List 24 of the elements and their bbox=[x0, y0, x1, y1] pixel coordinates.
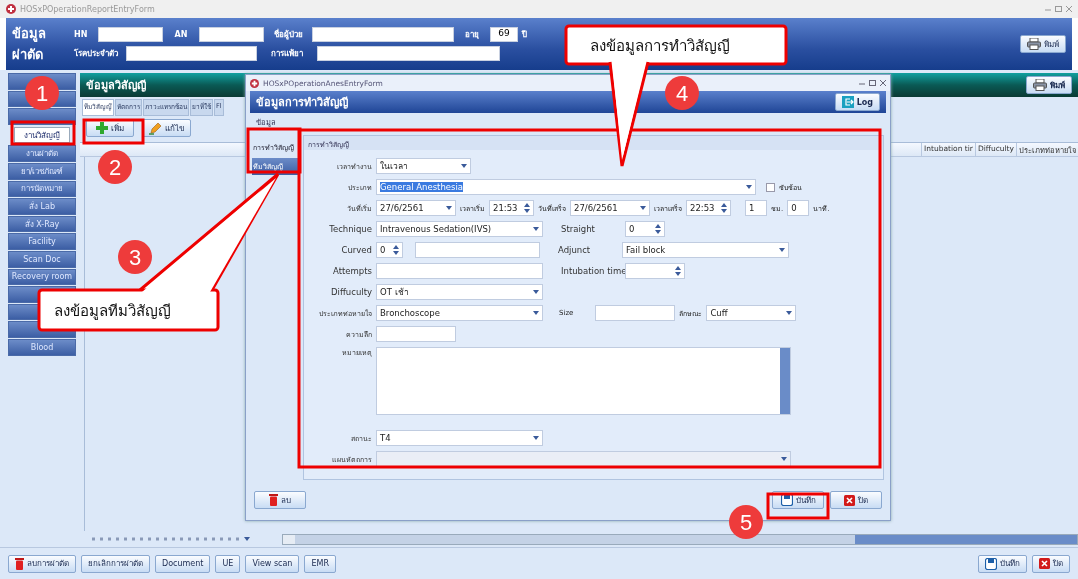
step-number-tooltip: 1 bbox=[25, 76, 59, 110]
field-label: Technique bbox=[328, 224, 372, 234]
unit-label: ปี bbox=[522, 29, 527, 41]
callout-text: ลงข้อมูลทีมวิสัญญี bbox=[54, 301, 171, 322]
dialog-header: ข้อมูลการทำวิสัญญี bbox=[256, 95, 348, 111]
field-label: Curved bbox=[340, 245, 372, 255]
window-title: HOSxPOperationReportEntryForm bbox=[20, 4, 155, 14]
field-label: ชื่อผู้ป่วย bbox=[272, 28, 304, 41]
field-label: Adjunct bbox=[558, 245, 592, 255]
step-number-tooltip: 3 bbox=[118, 240, 152, 274]
step-number-tooltip: 5 bbox=[729, 505, 763, 539]
step-number-tooltip: 2 bbox=[98, 150, 132, 184]
callout-text: ลงข้อมูลการทำวิสัญญี bbox=[590, 36, 730, 57]
field-label: AN bbox=[173, 30, 189, 39]
field-label: Attempts bbox=[332, 266, 372, 276]
field-label: Diffuculty bbox=[330, 287, 372, 297]
field-label: Straight bbox=[561, 224, 596, 234]
field-label: HN bbox=[74, 30, 89, 39]
field-label: การแพ้ยา bbox=[270, 48, 304, 60]
field-label: อายุ bbox=[464, 29, 480, 41]
panel-title: ข้อมูลวิสัญญี bbox=[86, 78, 146, 94]
section-title: ข้อมูลผ่าตัด bbox=[12, 25, 47, 64]
field-label: โรคประจำตัว bbox=[74, 47, 119, 60]
step-number-tooltip: 4 bbox=[665, 76, 699, 110]
